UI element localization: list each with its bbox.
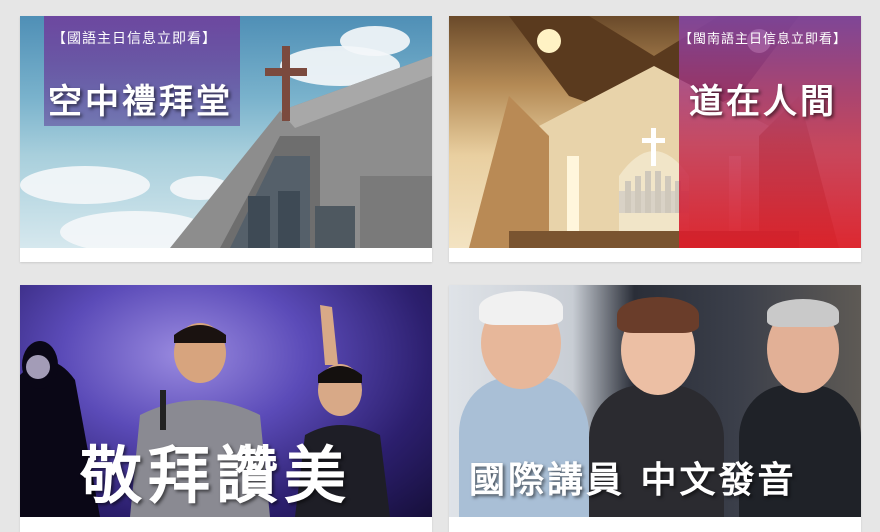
program-card-sky-worship[interactable]: 【國語主日信息立即看】 空中禮拜堂 — [20, 16, 432, 262]
speaker-1-hair — [479, 291, 563, 325]
program-card-word-among-people[interactable]: 【閩南語主日信息立即看】 道在人間 — [449, 16, 861, 262]
program-card-worship-praise[interactable]: 敬拜讚美 — [20, 285, 432, 532]
program-tag: 【國語主日信息立即看】 — [52, 31, 217, 47]
program-title: 國際講員 中文發音 — [469, 460, 797, 501]
speaker-2-hair — [617, 297, 699, 333]
program-tag: 【閩南語主日信息立即看】 — [679, 32, 848, 47]
program-card-international-speakers[interactable]: 國際講員 中文發音 — [449, 285, 861, 532]
speaker-3-hair — [767, 299, 839, 327]
program-title: 空中禮拜堂 — [48, 82, 233, 122]
card-footer — [20, 517, 432, 532]
program-thumbnail[interactable]: 敬拜讚美 — [20, 285, 432, 517]
card-footer — [449, 517, 861, 532]
card-footer — [449, 248, 861, 262]
program-thumbnail[interactable]: 【國語主日信息立即看】 空中禮拜堂 — [20, 16, 432, 248]
program-title: 敬拜讚美 — [80, 439, 353, 512]
card-footer — [20, 248, 432, 262]
program-title: 道在人間 — [689, 82, 837, 122]
program-thumbnail[interactable]: 國際講員 中文發音 — [449, 285, 861, 517]
program-tag-overlay: 【閩南語主日信息立即看】 — [679, 16, 861, 248]
program-thumbnail[interactable]: 【閩南語主日信息立即看】 道在人間 — [449, 16, 861, 248]
